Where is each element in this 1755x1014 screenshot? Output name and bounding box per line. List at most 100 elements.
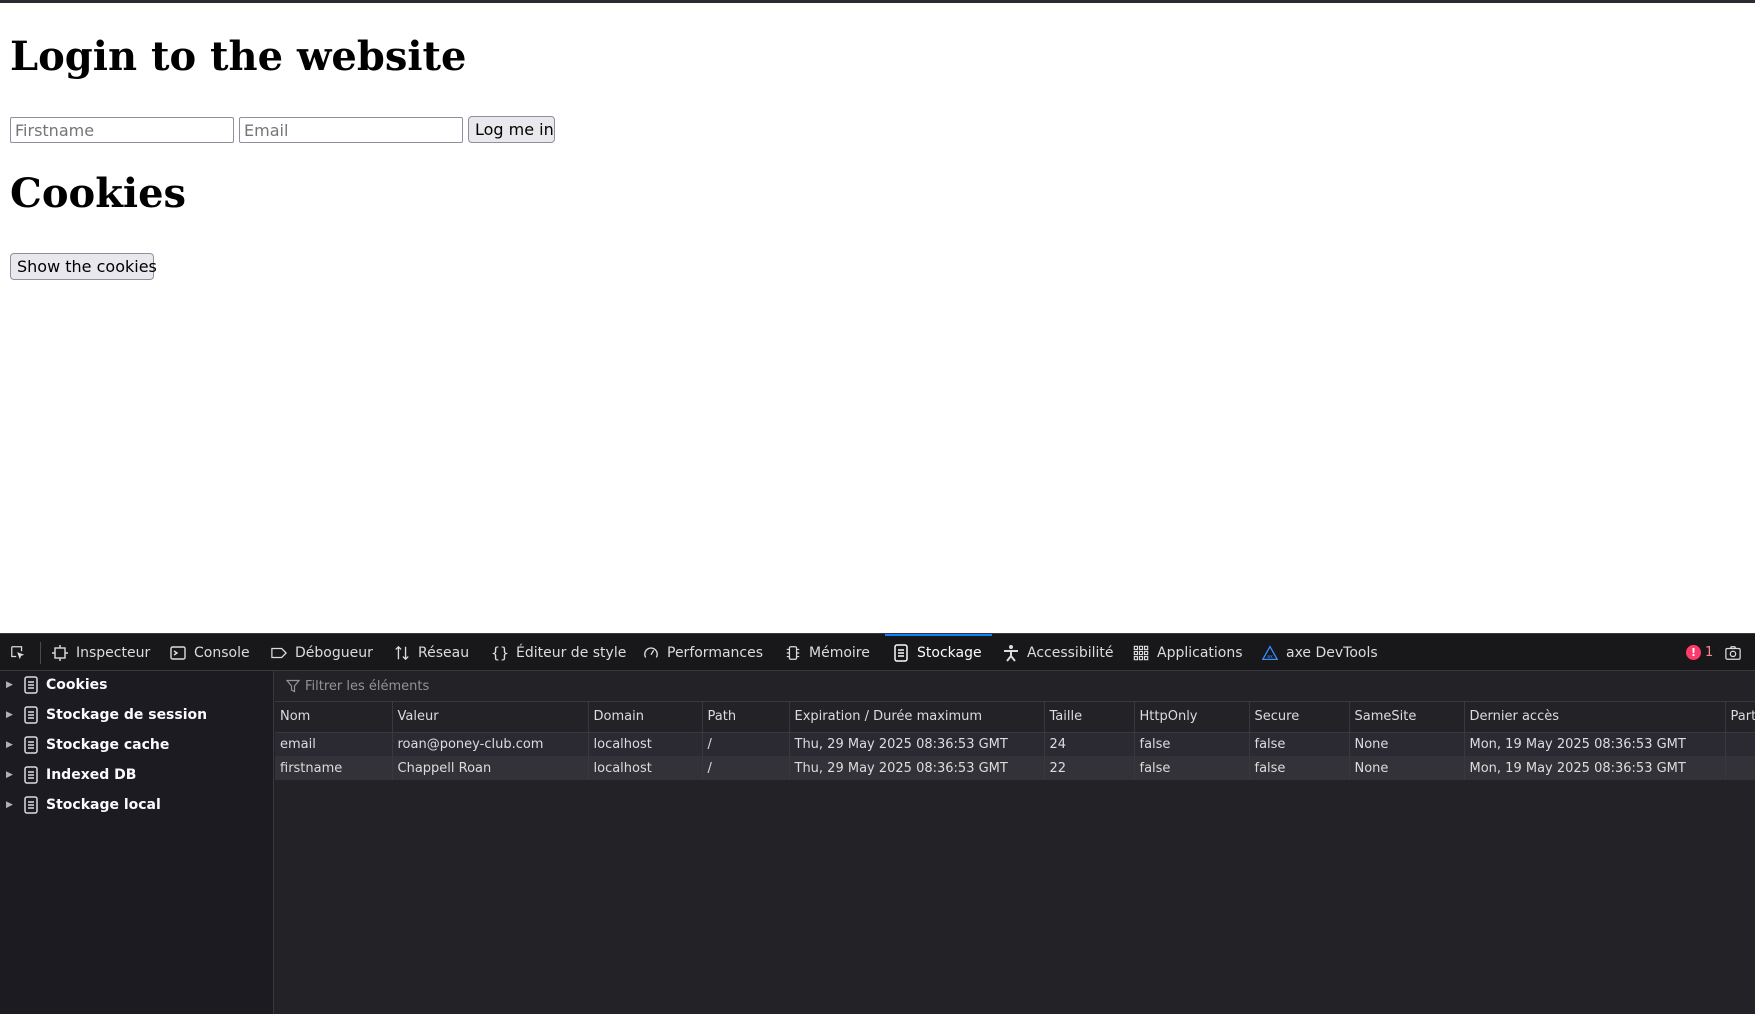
sidebar-item-indexed-db[interactable]: ▶ Indexed DB <box>0 762 273 788</box>
column-header-domain[interactable]: Domain <box>588 702 703 733</box>
tab-label: Console <box>194 644 250 661</box>
column-header-expiration[interactable]: Expiration / Durée maximum <box>789 702 1045 733</box>
tab-debogueur[interactable]: Débogueur <box>271 634 373 671</box>
column-header-nom[interactable]: Nom <box>275 702 393 733</box>
cell-httponly[interactable]: false <box>1134 732 1250 756</box>
element-picker-icon <box>10 645 26 661</box>
cell-path[interactable]: / <box>702 756 790 780</box>
debugger-icon <box>271 645 287 661</box>
login-title: Login to the website <box>10 33 467 80</box>
cell-nom[interactable]: email <box>275 732 393 756</box>
cell-path[interactable]: / <box>702 732 790 756</box>
cell-dernier-acces[interactable]: Mon, 19 May 2025 08:36:53 GMT <box>1464 732 1726 756</box>
tab-label: Inspecteur <box>76 644 151 661</box>
tab-label: Réseau <box>418 644 470 661</box>
table-row[interactable]: email roan@poney-club.com localhost / Th… <box>275 732 1755 756</box>
sidebar-item-label: Cookies <box>46 677 108 693</box>
cell-domain[interactable]: localhost <box>588 756 703 780</box>
tab-label: Éditeur de style <box>516 644 627 661</box>
devtools-toolbar: Inspecteur Console Débogueur Réseau {} É… <box>0 633 1755 671</box>
tab-label: Mémoire <box>809 644 870 661</box>
sidebar-item-cookies[interactable]: ▶ Cookies <box>0 672 273 698</box>
cell-valeur[interactable]: roan@poney-club.com <box>392 732 589 756</box>
tab-memoire[interactable]: Mémoire <box>785 634 870 671</box>
console-icon <box>170 645 186 661</box>
column-header-part[interactable]: Part <box>1725 702 1755 733</box>
tab-console[interactable]: Console <box>170 634 250 671</box>
column-header-httponly[interactable]: HttpOnly <box>1134 702 1250 733</box>
email-input[interactable] <box>239 117 463 143</box>
cell-domain[interactable]: localhost <box>588 732 703 756</box>
cell-valeur[interactable]: Chappell Roan <box>392 756 589 780</box>
web-page: Login to the website Log me in Cookies S… <box>0 0 1755 633</box>
cookie-table: Nom Valeur Domain Path Expiration / Duré… <box>275 702 1755 780</box>
cell-secure[interactable]: false <box>1249 756 1350 780</box>
expand-arrow-icon[interactable]: ▶ <box>6 740 18 750</box>
expand-arrow-icon[interactable]: ▶ <box>6 680 18 690</box>
column-header-valeur[interactable]: Valeur <box>392 702 589 733</box>
sidebar-item-label: Stockage local <box>46 797 161 813</box>
filter-icon <box>286 679 300 693</box>
cell-taille[interactable]: 24 <box>1044 732 1135 756</box>
cell-nom[interactable]: firstname <box>275 756 393 780</box>
cell-secure[interactable]: false <box>1249 732 1350 756</box>
login-button[interactable]: Log me in <box>468 116 555 143</box>
error-count-badge[interactable]: ! 1 <box>1686 634 1713 671</box>
network-icon <box>394 645 410 661</box>
storage-icon <box>22 736 40 754</box>
applications-icon <box>1133 645 1149 661</box>
filter-input[interactable] <box>305 678 905 694</box>
cell-part[interactable] <box>1725 732 1755 756</box>
element-picker-button[interactable] <box>10 634 26 671</box>
column-header-samesite[interactable]: SameSite <box>1349 702 1465 733</box>
memory-icon <box>785 645 801 661</box>
cell-samesite[interactable]: None <box>1349 732 1465 756</box>
cell-expiration[interactable]: Thu, 29 May 2025 08:36:53 GMT <box>789 756 1045 780</box>
tab-stockage[interactable]: Stockage <box>885 634 992 671</box>
sidebar-item-cache-storage[interactable]: ▶ Stockage cache <box>0 732 273 758</box>
style-editor-icon: {} <box>490 643 510 662</box>
column-header-taille[interactable]: Taille <box>1044 702 1135 733</box>
cell-part[interactable] <box>1725 756 1755 780</box>
tab-accessibilite[interactable]: Accessibilité <box>1003 634 1113 671</box>
expand-arrow-icon[interactable]: ▶ <box>6 770 18 780</box>
screenshot-button[interactable] <box>1725 634 1741 671</box>
expand-arrow-icon[interactable]: ▶ <box>6 710 18 720</box>
storage-icon <box>22 796 40 814</box>
sidebar-item-label: Stockage de session <box>46 707 208 723</box>
svg-text:ax: ax <box>1267 654 1273 659</box>
sidebar-item-session-storage[interactable]: ▶ Stockage de session <box>0 702 273 728</box>
cell-httponly[interactable]: false <box>1134 756 1250 780</box>
toolbar-separator <box>40 642 41 664</box>
tab-label: Performances <box>667 644 764 661</box>
filter-bar <box>275 671 1755 702</box>
storage-icon <box>22 706 40 724</box>
tab-inspecteur[interactable]: Inspecteur <box>52 634 150 671</box>
tab-performances[interactable]: Performances <box>643 634 763 671</box>
sidebar-item-label: Indexed DB <box>46 767 137 783</box>
column-header-path[interactable]: Path <box>702 702 790 733</box>
devtools-panel: Inspecteur Console Débogueur Réseau {} É… <box>0 633 1755 1014</box>
tab-axe-devtools[interactable]: ax axe DevTools <box>1262 634 1378 671</box>
cell-dernier-acces[interactable]: Mon, 19 May 2025 08:36:53 GMT <box>1464 756 1726 780</box>
tab-editeur-de-style[interactable]: {} Éditeur de style <box>490 634 627 671</box>
cell-taille[interactable]: 22 <box>1044 756 1135 780</box>
show-cookies-button[interactable]: Show the cookies <box>10 253 157 280</box>
tab-label: axe DevTools <box>1286 644 1378 661</box>
tab-label: Débogueur <box>295 644 373 661</box>
camera-icon <box>1725 645 1741 661</box>
cell-expiration[interactable]: Thu, 29 May 2025 08:36:53 GMT <box>789 732 1045 756</box>
inspector-icon <box>52 644 68 661</box>
expand-arrow-icon[interactable]: ▶ <box>6 800 18 810</box>
accessibility-icon <box>1003 644 1019 662</box>
table-row[interactable]: firstname Chappell Roan localhost / Thu,… <box>275 756 1755 780</box>
tab-applications[interactable]: Applications <box>1133 634 1243 671</box>
tab-reseau[interactable]: Réseau <box>394 634 469 671</box>
column-header-dernier-acces[interactable]: Dernier accès <box>1464 702 1726 733</box>
storage-icon <box>22 676 40 694</box>
cell-samesite[interactable]: None <box>1349 756 1465 780</box>
sidebar-item-local-storage[interactable]: ▶ Stockage local <box>0 792 273 818</box>
column-header-secure[interactable]: Secure <box>1249 702 1350 733</box>
storage-icon <box>893 643 909 662</box>
firstname-input[interactable] <box>10 117 234 143</box>
